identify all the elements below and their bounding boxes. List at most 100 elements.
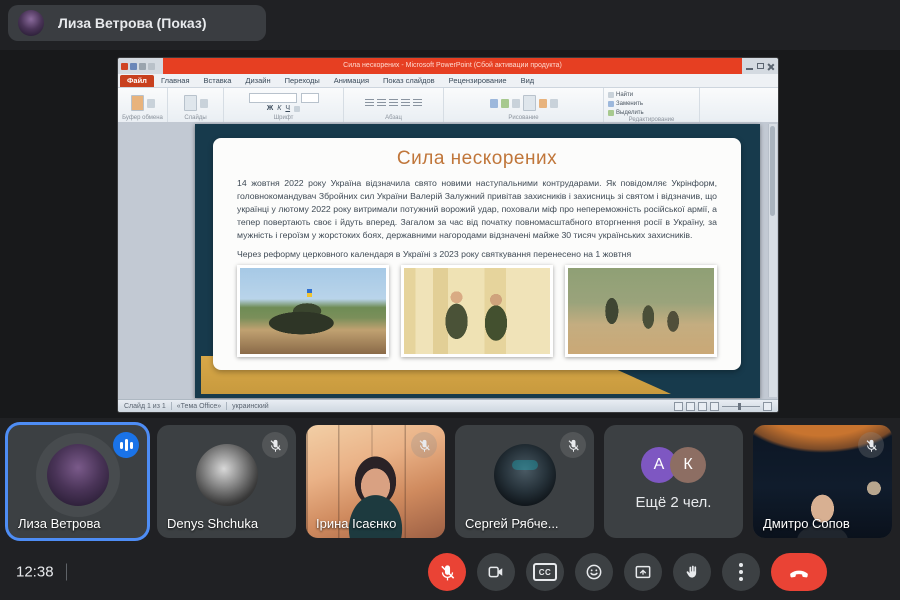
- quick-access-toolbar: [118, 58, 163, 74]
- shape-arrow-icon: [512, 99, 520, 108]
- powerpoint-app-icon: [121, 63, 128, 70]
- font-size-box: [301, 93, 319, 103]
- ribbon-group-label: Слайды: [172, 115, 219, 122]
- participant-name: Denys Shchuka: [167, 516, 258, 531]
- ribbon-group-clipboard: Буфер обмена: [118, 88, 168, 123]
- ribbon-tab-bar: Файл Главная Вставка Дизайн Переходы Ани…: [118, 74, 778, 88]
- fit-to-window-icon: [763, 402, 772, 411]
- shape-fill-icon: [550, 99, 558, 108]
- powerpoint-shared-window: Сила нескорених - Microsoft PowerPoint (…: [118, 58, 778, 412]
- shape-ellipse-icon: [501, 99, 509, 108]
- replace-label: Заменить: [616, 100, 643, 108]
- tab-transitions: Переходы: [278, 75, 327, 87]
- tab-slideshow: Показ слайдов: [376, 75, 442, 87]
- participant-tile-dmytro[interactable]: Дмитро Сопов: [753, 425, 892, 538]
- slide-photo-row: [237, 265, 717, 357]
- find-label: Найти: [616, 91, 633, 99]
- mic-muted-icon: [262, 432, 288, 458]
- participant-tile-denys[interactable]: Denys Shchuka: [157, 425, 296, 538]
- captions-button[interactable]: CC: [526, 553, 564, 591]
- find-icon: [608, 92, 614, 98]
- scrollbar-thumb: [770, 126, 775, 216]
- slide-title: Сила нескорених: [237, 148, 717, 170]
- slide-photo-tank: [237, 265, 389, 357]
- new-slide-icon: [184, 95, 197, 111]
- reading-view-icon: [698, 402, 707, 411]
- present-screen-button[interactable]: [624, 553, 662, 591]
- more-options-button[interactable]: [722, 553, 760, 591]
- avatar: [196, 444, 258, 506]
- ribbon-group-label: Шрифт: [228, 115, 339, 122]
- presenter-avatar: [18, 10, 44, 36]
- presenter-name: Лиза Ветрова (Показ): [58, 15, 207, 31]
- select-label: Выделить: [616, 109, 644, 117]
- ribbon-group-paragraph: Абзац: [344, 88, 444, 123]
- google-meet-window: Лиза Ветрова (Показ) Сила нескорених - M…: [0, 0, 900, 600]
- replace-icon: [608, 101, 614, 107]
- camera-button[interactable]: [477, 553, 515, 591]
- ukrainian-flag: [307, 289, 312, 297]
- ribbon-group-font: Ж К Ч Шрифт: [224, 88, 344, 123]
- status-separator: [171, 402, 172, 410]
- cut-icon: [147, 99, 155, 108]
- tab-home: Главная: [154, 75, 197, 87]
- participant-tile-sergey[interactable]: Сергей Рябче...: [455, 425, 594, 538]
- zoom-slider-thumb: [738, 403, 741, 410]
- status-language: украинский: [232, 403, 269, 410]
- more-dots-icon: [739, 563, 743, 581]
- bottom-bar: 12:38 CC: [0, 544, 900, 600]
- slide-photo-soldiers-forest: [565, 265, 717, 357]
- align-center-icon: [401, 99, 410, 107]
- mic-muted-icon: [560, 432, 586, 458]
- font-color-icon: [294, 106, 300, 112]
- slide-content-card: Сила нескорених 14 жовтня 2022 року Укра…: [213, 138, 741, 370]
- align-right-icon: [413, 99, 422, 107]
- powerpoint-status-bar: Слайд 1 из 1 «Тема Office» украинский: [118, 399, 778, 412]
- quick-styles-icon: [539, 99, 547, 108]
- undo-icon: [139, 63, 146, 70]
- slide-paragraph-1: 14 жовтня 2022 року Україна відзначила с…: [237, 177, 717, 242]
- avatar: [494, 444, 556, 506]
- bullets-icon: [365, 99, 374, 107]
- screen-share-stage: Сила нескорених - Microsoft PowerPoint (…: [0, 50, 900, 418]
- normal-view-icon: [674, 402, 683, 411]
- powerpoint-titlebar: Сила нескорених - Microsoft PowerPoint (…: [118, 58, 778, 74]
- mic-mute-button[interactable]: [428, 553, 466, 591]
- italic-button: К: [277, 105, 281, 113]
- status-theme: «Тема Office»: [177, 403, 221, 410]
- mic-muted-icon: [411, 432, 437, 458]
- close-icon: [767, 63, 774, 70]
- ribbon-group-label: Буфер обмена: [122, 115, 163, 122]
- sorter-view-icon: [686, 402, 695, 411]
- select-icon: [608, 110, 614, 116]
- tab-view: Вид: [514, 75, 542, 87]
- participant-tile-more-people[interactable]: A К Ещё 2 чел.: [604, 425, 743, 538]
- participant-name: Ірина Ісаєнко: [316, 516, 396, 531]
- cc-icon: CC: [533, 563, 557, 581]
- participant-tile-iryna[interactable]: Ірина Ісаєнко: [306, 425, 445, 538]
- ribbon-group-drawing: Рисование: [444, 88, 604, 123]
- zoom-slider: [722, 406, 760, 407]
- font-name-box: [249, 93, 297, 103]
- slide-paragraph-2: Через реформу церковного календаря в Укр…: [237, 248, 717, 261]
- participant-tile-liza[interactable]: Лиза Ветрова: [8, 425, 147, 538]
- call-controls: CC: [428, 553, 827, 591]
- tab-review: Рецензирование: [442, 75, 514, 87]
- tab-design: Дизайн: [238, 75, 277, 87]
- ribbon-group-slides: Слайды: [168, 88, 224, 123]
- participant-name: Лиза Ветрова: [18, 516, 100, 531]
- end-call-button[interactable]: [771, 553, 827, 591]
- participant-name: Дмитро Сопов: [763, 516, 850, 531]
- ribbon: Буфер обмена Слайды Ж К Ч: [118, 88, 778, 124]
- bold-button: Ж: [267, 105, 273, 113]
- reactions-button[interactable]: [575, 553, 613, 591]
- ribbon-group-label: Рисование: [448, 115, 599, 122]
- minimize-icon: [746, 63, 753, 70]
- tab-insert: Вставка: [197, 75, 239, 87]
- mic-muted-icon: [858, 432, 884, 458]
- tab-file: Файл: [120, 75, 154, 87]
- window-controls: [742, 58, 778, 74]
- raise-hand-button[interactable]: [673, 553, 711, 591]
- slideshow-view-icon: [710, 402, 719, 411]
- slide: Сила нескорених 14 жовтня 2022 року Укра…: [195, 124, 760, 398]
